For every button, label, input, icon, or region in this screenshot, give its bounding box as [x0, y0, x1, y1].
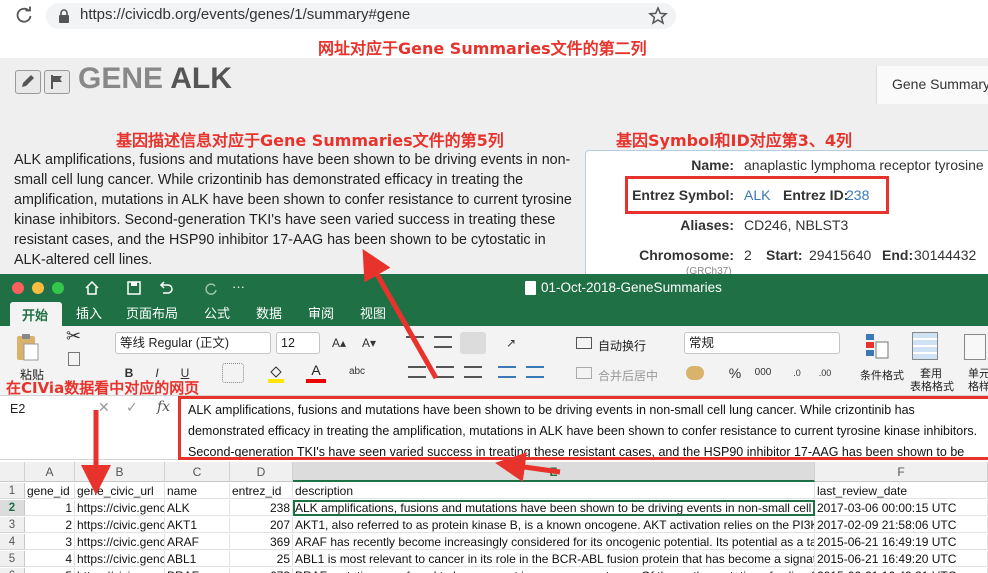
arrow-to-description [362, 248, 439, 380]
arrow-to-formula [495, 452, 561, 482]
screenshot-stage: https://civicdb.org/events/genes/1/summa… [0, 0, 988, 573]
annotation-arrows [81, 248, 561, 495]
